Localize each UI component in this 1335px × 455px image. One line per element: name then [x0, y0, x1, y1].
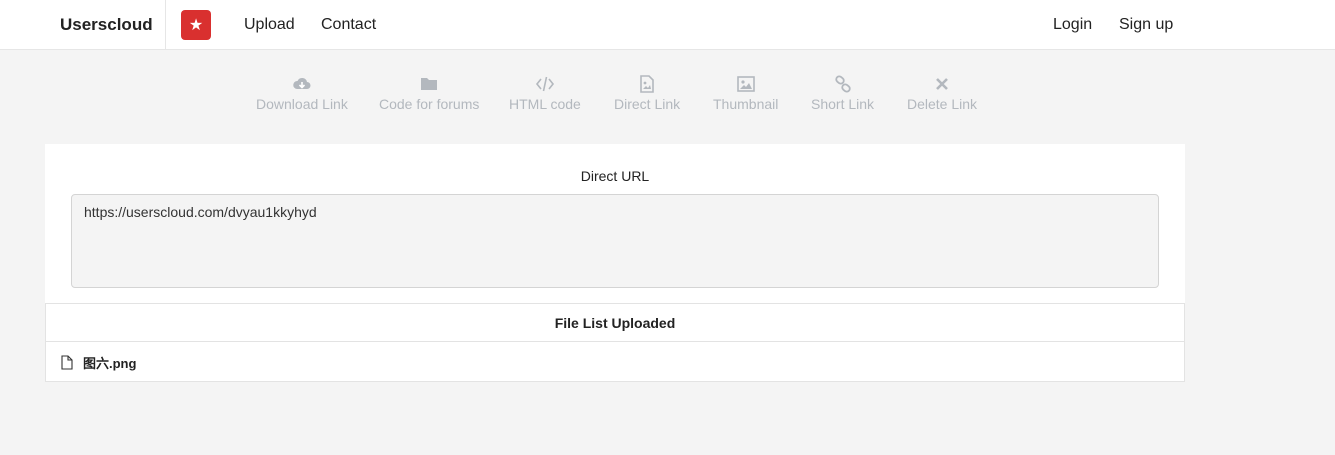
brand-divider: [165, 0, 166, 50]
direct-url-textarea[interactable]: https://userscloud.com/dvyau1kkyhyd: [71, 194, 1159, 288]
navbar: Userscloud ★ Upload Contact Login Sign u…: [0, 0, 1335, 50]
file-list-title: File List Uploaded: [46, 304, 1184, 342]
link-icon: [834, 75, 851, 93]
file-name: 图六.png: [83, 355, 137, 371]
toolbar-thumbnail[interactable]: Thumbnail: [713, 74, 778, 112]
file-list: File List Uploaded 图六.png: [45, 303, 1185, 382]
cloud-download-icon: [293, 77, 311, 89]
toolbar-label: HTML code: [509, 96, 581, 112]
toolbar-download-link[interactable]: Download Link: [256, 74, 348, 112]
brand-logo[interactable]: Userscloud: [60, 15, 153, 35]
close-icon: [936, 78, 948, 90]
toolbar-direct-link[interactable]: Direct Link: [614, 74, 680, 112]
star-icon[interactable]: ★: [181, 10, 211, 40]
toolbar-label: Direct Link: [614, 96, 681, 112]
toolbar-short-link[interactable]: Short Link: [811, 74, 874, 112]
direct-url-title: Direct URL: [580, 168, 650, 184]
list-item[interactable]: 图六.png: [46, 342, 1184, 382]
nav-contact-link[interactable]: Contact: [321, 16, 376, 34]
code-icon: [535, 76, 554, 92]
direct-url-panel: Direct URL https://userscloud.com/dvyau1…: [45, 144, 1185, 303]
picture-icon: [736, 76, 755, 92]
toolbar-label: Download Link: [256, 96, 348, 112]
toolbar-label: Delete Link: [907, 96, 978, 112]
toolbar-html-code[interactable]: HTML code: [509, 74, 581, 112]
nav-upload-link[interactable]: Upload: [244, 16, 295, 34]
image-file-icon: [640, 75, 654, 93]
toolbar-delete-link[interactable]: Delete Link: [907, 74, 977, 112]
signup-link[interactable]: Sign up: [1119, 16, 1173, 34]
toolbar-label: Short Link: [811, 96, 875, 112]
folder-icon: [421, 78, 438, 90]
toolbar-label: Thumbnail: [713, 96, 779, 112]
login-link[interactable]: Login: [1053, 16, 1092, 34]
file-icon: [61, 354, 73, 370]
toolbar-code-for-forums[interactable]: Code for forums: [379, 74, 479, 112]
toolbar-label: Code for forums: [379, 96, 480, 112]
